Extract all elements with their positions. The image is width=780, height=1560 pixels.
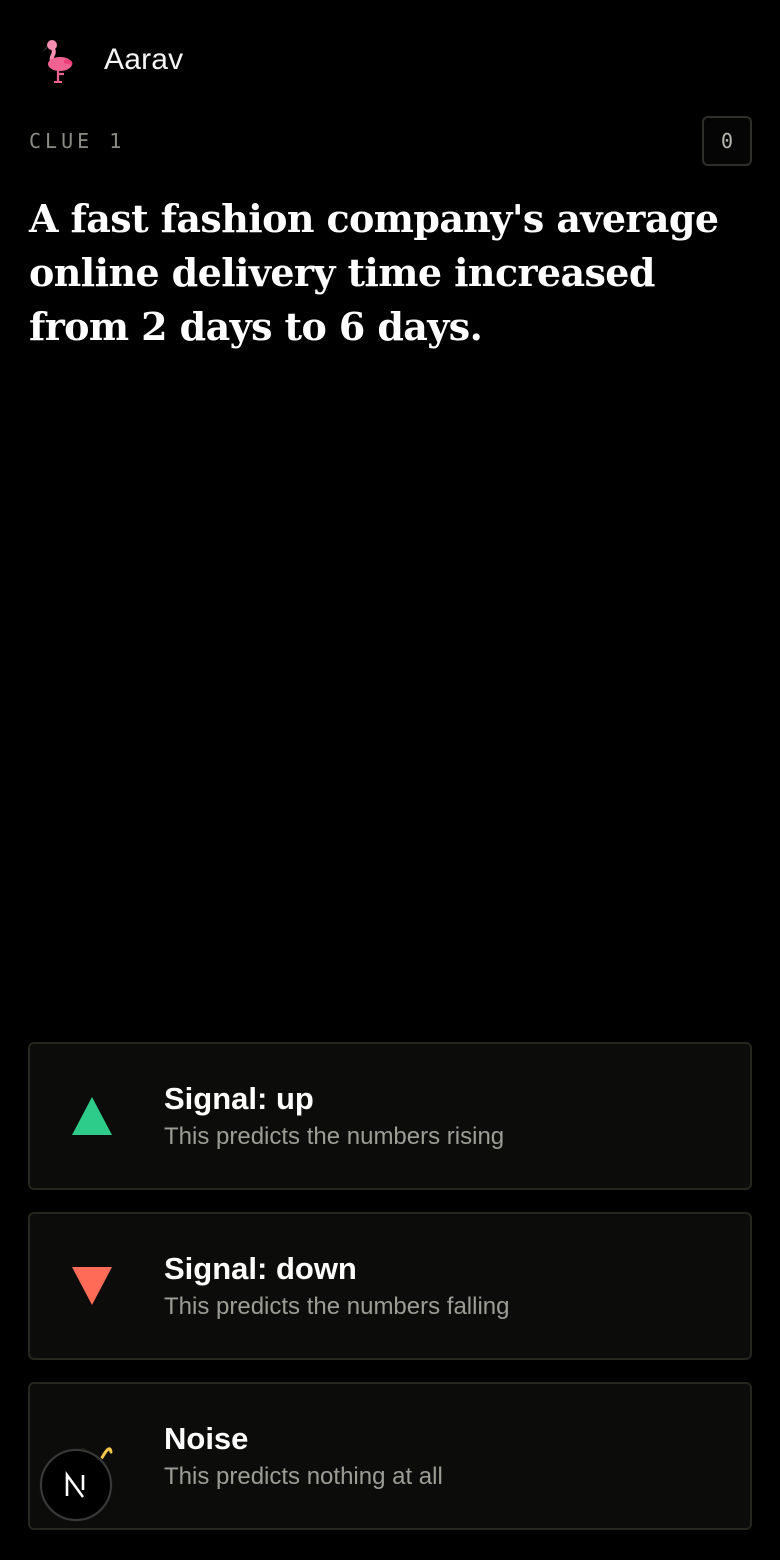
option-description: This predicts the numbers falling (164, 1293, 510, 1320)
nextjs-n-icon[interactable] (40, 1449, 112, 1521)
clue-number-label: CLUE 1 (29, 129, 126, 153)
game-screen: Aarav CLUE 1 0 A fast fashion company's … (0, 0, 780, 1560)
option-title: Signal: down (164, 1251, 357, 1286)
player-name: Aarav (104, 43, 184, 76)
clue-header: CLUE 1 0 (29, 116, 752, 166)
noise-option[interactable]: Noise This predicts nothing at all (28, 1382, 752, 1530)
triangle-up-icon (70, 1094, 114, 1138)
score-counter: 0 (702, 116, 752, 166)
answer-options: Signal: up This predicts the numbers ris… (28, 1042, 752, 1530)
option-title: Signal: up (164, 1081, 314, 1116)
option-text: Signal: down This predicts the numbers f… (164, 1250, 510, 1322)
option-text: Signal: up This predicts the numbers ris… (164, 1080, 504, 1152)
triangle-down-icon (70, 1264, 114, 1308)
flamingo-icon (36, 36, 80, 84)
option-text: Noise This predicts nothing at all (164, 1420, 443, 1492)
clue-statement: A fast fashion company's average online … (29, 196, 719, 349)
player-header: Aarav (36, 36, 183, 84)
signal-up-option[interactable]: Signal: up This predicts the numbers ris… (28, 1042, 752, 1190)
option-description: This predicts nothing at all (164, 1463, 443, 1490)
option-title: Noise (164, 1421, 249, 1456)
option-description: This predicts the numbers rising (164, 1123, 505, 1150)
signal-down-option[interactable]: Signal: down This predicts the numbers f… (28, 1212, 752, 1360)
